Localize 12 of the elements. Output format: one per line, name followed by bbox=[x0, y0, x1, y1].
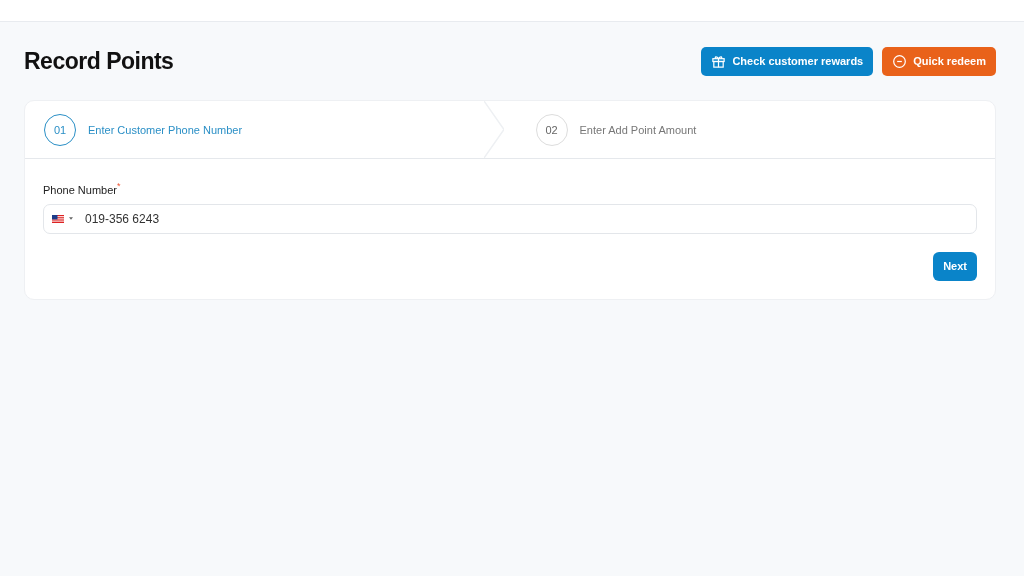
page-title: Record Points bbox=[24, 47, 174, 75]
phone-input-field[interactable]: 019-356 6243 bbox=[43, 203, 977, 234]
caret-icon bbox=[69, 217, 73, 221]
action-button[interactable]: Quick redeem bbox=[882, 46, 996, 76]
flag-icon bbox=[52, 214, 64, 223]
step-tab[interactable]: 01 Enter Customer Phone Number bbox=[25, 101, 504, 158]
gift-icon bbox=[711, 53, 727, 69]
next-button[interactable]: Next bbox=[933, 251, 977, 281]
step-tab[interactable]: 02 Enter Add Point Amount bbox=[503, 101, 995, 158]
field-label: Phone Number$^{*}$ bbox=[43, 181, 122, 196]
action-button[interactable]: Check customer rewards bbox=[701, 46, 874, 76]
minus-circle-icon bbox=[892, 53, 908, 69]
